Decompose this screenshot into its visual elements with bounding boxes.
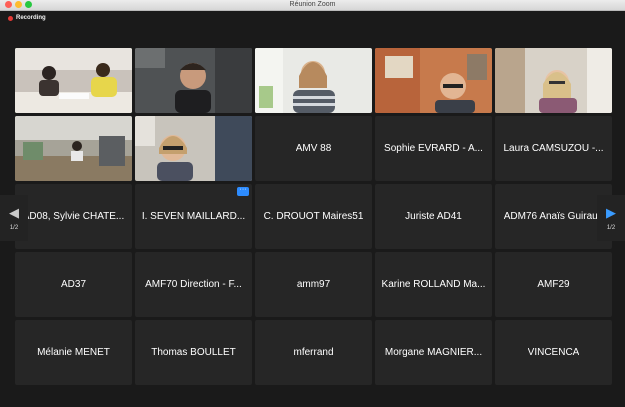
video-feed-image (375, 48, 492, 113)
video-feed-image (135, 48, 252, 113)
participant-tile[interactable]: Karine ROLLAND Ma... (375, 252, 492, 317)
participant-tile[interactable]: AD08, Sylvie CHATE... (15, 184, 132, 249)
participant-name: Mélanie MENET (37, 347, 110, 358)
participant-name: amm97 (296, 279, 331, 290)
previous-page-button[interactable]: ◀ 1/2 (0, 195, 28, 241)
recording-indicator[interactable]: Recording (8, 13, 46, 23)
participant-tile[interactable]: Morgane MAGNIER... (375, 320, 492, 385)
chevron-right-icon: ▶ (606, 204, 616, 220)
video-tile-room-kitchen[interactable] (15, 116, 132, 181)
chevron-left-icon: ◀ (9, 204, 19, 220)
title-bar: Réunion Zoom (0, 0, 625, 11)
participant-tile[interactable]: Sophie EVRARD - A... (375, 116, 492, 181)
participant-name: AMF70 Direction - F... (145, 279, 242, 290)
video-feed-image (15, 116, 132, 181)
video-tile-woman-blonde[interactable] (495, 48, 612, 113)
participant-tile[interactable]: ADM76 Anaïs Guiraud (495, 184, 612, 249)
participant-tile[interactable]: mferrand (255, 320, 372, 385)
video-feed-image (15, 48, 132, 113)
video-tile-woman-glasses[interactable] (135, 116, 252, 181)
participant-name: C. DROUOT Maires51 (263, 211, 364, 222)
participant-name: AD37 (60, 279, 86, 290)
participant-tile[interactable]: C. DROUOT Maires51 (255, 184, 372, 249)
participant-name: I. SEVEN MAILLARD... (141, 211, 246, 222)
participant-name: AMV 88 (295, 143, 332, 154)
participant-name: Laura CAMSUZOU -... (503, 143, 604, 154)
participant-gallery: AMV 88 Sophie EVRARD - A... Laura CAMSUZ… (15, 48, 612, 385)
participant-tile[interactable]: AMF70 Direction - F... (135, 252, 252, 317)
participant-tile[interactable]: AD37 (15, 252, 132, 317)
participant-tile[interactable]: amm97 (255, 252, 372, 317)
participant-name: Karine ROLLAND Ma... (381, 279, 486, 290)
participant-name: AD08, Sylvie CHATE... (22, 211, 125, 222)
window-title: Réunion Zoom (289, 1, 336, 8)
video-tile-man-orange-wall[interactable] (375, 48, 492, 113)
participant-tile[interactable]: Mélanie MENET (15, 320, 132, 385)
video-feed-image (495, 48, 612, 113)
participant-tile[interactable]: AMF29 (495, 252, 612, 317)
participant-tile[interactable]: VINCENCA (495, 320, 612, 385)
participant-name: Juriste AD41 (405, 211, 462, 222)
participant-name: ADM76 Anaïs Guiraud (503, 211, 604, 222)
participant-name: Morgane MAGNIER... (384, 347, 483, 358)
participant-name: Thomas BOULLET (151, 347, 236, 358)
participant-tile[interactable]: Laura CAMSUZOU -... (495, 116, 612, 181)
video-tile-woman-striped[interactable] (255, 48, 372, 113)
participant-name: mferrand (293, 347, 334, 358)
recording-dot-icon (8, 15, 13, 21)
participant-name: AMF29 (537, 279, 570, 290)
participant-name: VINCENCA (527, 347, 580, 358)
participant-tile[interactable]: Thomas BOULLET (135, 320, 252, 385)
page-indicator: 1/2 (9, 224, 19, 231)
video-tile-two-women-desk[interactable] (15, 48, 132, 113)
more-options-button[interactable]: ··· (237, 186, 249, 196)
participant-tile[interactable]: I. SEVEN MAILLARD... ··· (135, 184, 252, 249)
next-page-button[interactable]: ▶ 1/2 (597, 195, 625, 241)
recording-label: Recording (16, 15, 46, 21)
participant-tile[interactable]: Juriste AD41 (375, 184, 492, 249)
page-indicator: 1/2 (606, 224, 616, 231)
participant-tile[interactable]: AMV 88 (255, 116, 372, 181)
video-tile-man-glasses[interactable] (135, 48, 252, 113)
video-feed-image (255, 48, 372, 113)
video-feed-image (135, 116, 252, 181)
participant-name: Sophie EVRARD - A... (384, 143, 483, 154)
